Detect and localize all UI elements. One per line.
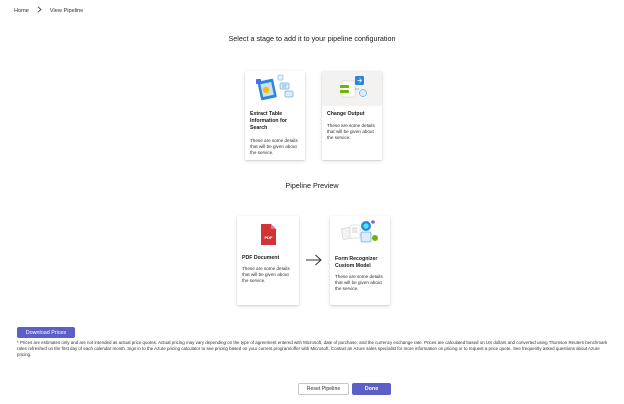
pdf-icon-label: PDF xyxy=(265,235,274,240)
table-extraction-illustration xyxy=(245,74,305,110)
pipeline-card-form-recognizer[interactable]: Form Recognizer Custom Model These are s… xyxy=(330,216,390,305)
card-media xyxy=(245,71,305,106)
pdf-file-icon: PDF xyxy=(237,224,299,255)
stage-card-change-output[interactable]: Change Output These are some details tha… xyxy=(322,71,382,160)
card-title: Change Output xyxy=(327,111,365,117)
breadcrumb-current: View Pipeline xyxy=(49,7,84,14)
card-media xyxy=(322,71,382,106)
form-recognizer-illustration xyxy=(330,220,390,255)
download-prices-button[interactable]: Download Prices xyxy=(17,327,75,338)
pipeline-card-pdf-document[interactable]: PDF PDF Document These are some details … xyxy=(237,216,299,305)
arrow-right-icon xyxy=(305,253,323,271)
output-transform-illustration xyxy=(322,76,382,110)
card-description: These are some details that will be give… xyxy=(242,266,290,284)
pipeline-preview-heading: Pipeline Preview xyxy=(285,181,339,190)
chevron-right-icon xyxy=(37,6,42,15)
breadcrumb: Home View Pipeline xyxy=(14,6,83,15)
card-media: PDF xyxy=(237,216,299,251)
card-media xyxy=(330,216,390,251)
breadcrumb-home-link[interactable]: Home xyxy=(14,8,29,14)
reset-pipeline-button[interactable]: Reset Pipeline xyxy=(298,383,349,395)
card-title: PDF Document xyxy=(242,255,280,261)
card-title: Form Recognizer Custom Model xyxy=(335,256,378,270)
stage-card-extract-table[interactable]: Extract Table Information for Search The… xyxy=(245,71,305,160)
done-button[interactable]: Done xyxy=(352,383,391,395)
card-description: These are some details that will be give… xyxy=(327,123,375,141)
stage-selection-heading: Select a stage to add it to your pipelin… xyxy=(228,34,396,43)
card-title: Extract Table Information for Search xyxy=(250,111,287,132)
pricing-disclaimer: * Prices are estimates only and are not … xyxy=(17,340,608,358)
card-description: These are some details that will be give… xyxy=(335,274,383,292)
card-description: These are some details that will be give… xyxy=(250,137,298,155)
